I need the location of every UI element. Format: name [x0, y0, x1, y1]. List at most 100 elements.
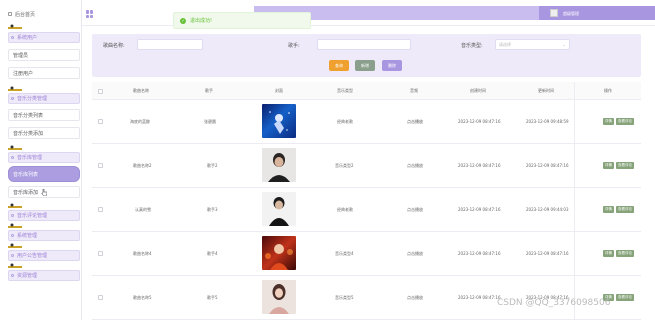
row-checkbox[interactable]: [98, 119, 103, 124]
sidebar-group-label: 音乐库管理: [17, 155, 43, 161]
sidebar-group-label: 音乐分类管理: [17, 96, 48, 102]
settings-icon: [11, 234, 14, 237]
play-audio-link[interactable]: 点击播放: [407, 119, 423, 125]
cell-created: 2023-12-09 08:47:16: [458, 119, 501, 124]
sidebar-item-library-list[interactable]: 音乐库列表: [8, 166, 80, 182]
decorative-figure-icon: [8, 145, 22, 150]
cell-music-type: 音乐类型5: [335, 295, 354, 300]
sidebar-item-label: 音乐分类添加: [13, 130, 44, 137]
sidebar-group-system-users[interactable]: 系统用户: [8, 32, 80, 43]
sidebar-group-music-library[interactable]: 音乐库管理: [8, 152, 80, 163]
sidebar-item-library-add[interactable]: 音乐库添加: [8, 186, 80, 198]
cover-image: [262, 280, 296, 314]
sidebar-group-music-category[interactable]: 音乐分类管理: [8, 93, 80, 104]
cell-singer: 歌手2: [207, 163, 218, 168]
cell-updated: 2023-12-09 08:47:16: [526, 163, 569, 168]
sidebar-item-registered-users[interactable]: 注册用户: [8, 67, 80, 79]
sidebar-home-label: 后台首页: [15, 11, 36, 18]
sidebar-group-music-comments[interactable]: 音乐评论管理: [8, 210, 80, 221]
cell-song-name: 海底的蓝鲸: [130, 119, 150, 124]
view-comments-button[interactable]: 查看评论: [616, 294, 634, 301]
user-name[interactable]: 超级管理: [563, 11, 579, 17]
cell-song-name: 歌曲名称2: [133, 163, 152, 168]
decorative-figure-icon: [8, 263, 22, 268]
sidebar-group-system[interactable]: 系统管理: [8, 230, 80, 241]
sidebar-item-category-add[interactable]: 音乐分类添加: [8, 127, 80, 139]
detail-button[interactable]: 详情: [603, 118, 614, 125]
play-audio-link[interactable]: 点击播放: [407, 163, 423, 169]
chevron-down-icon: ⌄: [562, 42, 566, 47]
cell-updated: 2023-12-09 08:47:16: [526, 251, 569, 256]
col-created: 创建时间: [470, 88, 486, 93]
cell-song-name: 认真的雪: [135, 207, 151, 212]
view-comments-button[interactable]: 查看评论: [616, 250, 634, 257]
table-row: 认真的雪 歌手3 经典老歌 点击播放 2023-12-09 08:47:16 2…: [92, 188, 641, 232]
sidebar-item-label: 音乐分类列表: [13, 112, 44, 119]
sidebar-item-label: 注册用户: [13, 70, 34, 77]
table-row: 歌曲名称4 歌手4 音乐类型4 点击播放 2023-12-09 08:47:16…: [92, 232, 641, 276]
row-checkbox[interactable]: [98, 251, 103, 256]
top-bar: 超级管理: [82, 0, 655, 26]
notice-icon: [11, 254, 14, 257]
singer-input[interactable]: [317, 39, 411, 50]
actions-column-divider: [574, 82, 575, 320]
add-button[interactable]: 新增: [355, 60, 375, 71]
decorative-figure-icon: [8, 203, 22, 208]
sidebar-home-link[interactable]: 后台首页: [8, 9, 35, 19]
query-button[interactable]: 查询: [329, 60, 349, 71]
table-row: 歌曲名称2 歌手2 音乐类型2 点击播放 2023-12-09 08:47:16…: [92, 144, 641, 188]
menu-grid-icon[interactable]: [86, 10, 94, 18]
song-name-input[interactable]: [137, 39, 203, 50]
star-icon: [11, 274, 14, 277]
sidebar-group-resources[interactable]: 资源管理: [8, 270, 80, 281]
sidebar-group-announcements[interactable]: 用户公告管理: [8, 250, 80, 261]
play-audio-link[interactable]: 点击播放: [407, 207, 423, 213]
sidebar-item-admin[interactable]: 管理员: [8, 49, 80, 61]
cell-updated: 2023-12-09 09:48:59: [526, 119, 569, 124]
table-header: 歌曲名称 歌手 封面 音乐类型 音频 创建时间 更新时间 操作: [92, 82, 641, 100]
cell-singer: 张碧晨: [204, 119, 216, 124]
music-icon: [11, 156, 14, 159]
view-comments-button[interactable]: 查看评论: [616, 206, 634, 213]
decorative-figure-icon: [8, 243, 22, 248]
cell-updated: 2023-12-09 09:44:03: [526, 207, 569, 212]
comment-icon: [11, 214, 14, 217]
row-checkbox[interactable]: [98, 207, 103, 212]
song-name-label: 歌曲名称:: [103, 43, 125, 49]
cell-created: 2023-12-09 08:47:16: [458, 207, 501, 212]
home-icon: [8, 12, 12, 16]
cover-image: [262, 148, 296, 182]
cover-image: [262, 104, 296, 138]
play-audio-link[interactable]: 点击播放: [407, 295, 423, 301]
row-checkbox[interactable]: [98, 295, 103, 300]
hand-cursor-icon: [41, 188, 48, 196]
view-comments-button[interactable]: 查看评论: [616, 162, 634, 169]
detail-button[interactable]: 详情: [603, 162, 614, 169]
detail-button[interactable]: 详情: [603, 250, 614, 257]
cell-music-type: 音乐类型2: [335, 163, 354, 168]
col-updated: 更新时间: [538, 88, 554, 93]
avatar[interactable]: [550, 9, 558, 17]
music-table: 歌曲名称 歌手 封面 音乐类型 音频 创建时间 更新时间 操作 海底的蓝鲸 张碧…: [92, 82, 641, 320]
music-type-select[interactable]: 请选择 ⌄: [495, 39, 570, 50]
music-type-label: 音乐类型:: [461, 43, 483, 49]
sidebar-item-label: 管理员: [13, 52, 29, 59]
sidebar-group-label: 系统管理: [17, 233, 38, 239]
row-checkbox[interactable]: [98, 163, 103, 168]
detail-button[interactable]: 详情: [603, 206, 614, 213]
sidebar-group-label: 音乐评论管理: [17, 213, 48, 219]
sidebar-item-label: 音乐库添加: [13, 189, 39, 196]
category-icon: [11, 97, 14, 100]
select-all-checkbox[interactable]: [98, 89, 103, 94]
sidebar-item-category-list[interactable]: 音乐分类列表: [8, 109, 80, 121]
play-audio-link[interactable]: 点击播放: [407, 251, 423, 257]
search-panel: 歌曲名称: 歌手: 音乐类型: 请选择 ⌄ 查询 新增 删除: [92, 34, 641, 77]
cell-music-type: 音乐类型4: [335, 251, 354, 256]
sidebar-group-label: 资源管理: [17, 273, 38, 279]
cell-created: 2023-12-09 08:47:16: [458, 163, 501, 168]
view-comments-button[interactable]: 查看评论: [616, 118, 634, 125]
col-audio: 音频: [410, 88, 418, 93]
delete-button[interactable]: 删除: [382, 60, 402, 71]
music-type-placeholder: 请选择: [499, 41, 511, 47]
sidebar: 后台首页 系统用户 管理员 注册用户 音乐分类管理 音乐分类列表 音乐分类添加 …: [0, 0, 82, 320]
